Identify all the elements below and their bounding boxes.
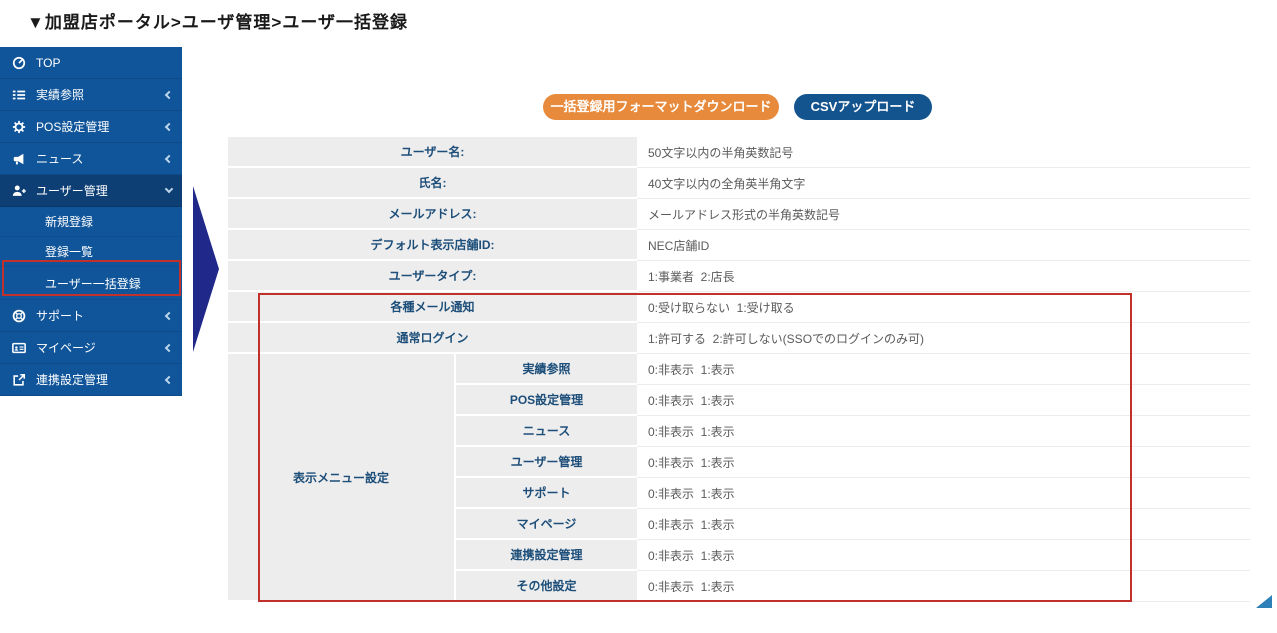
field-value-cell: 0:非表示 1:表示 <box>637 385 1250 416</box>
field-value-cell: NEC店舗ID <box>637 230 1250 261</box>
menu-name-cell: ユーザー管理 <box>456 447 637 478</box>
display-menu-settings-group: 表示メニュー設定 実績参照 0:非表示 1:表示 POS設定管理 0:非表示 1:表示ニ… <box>228 354 1250 602</box>
table-row: 実績参照 0:非表示 1:表示 <box>456 354 1250 385</box>
flow-arrow <box>193 186 219 352</box>
field-value-cell: 0:非表示 1:表示 <box>637 478 1250 509</box>
sidebar-item-support[interactable]: サポート <box>0 300 182 332</box>
table-row: POS設定管理 0:非表示 1:表示 <box>456 385 1250 416</box>
sidebar-item-user-management-label: ユーザー管理 <box>36 184 108 198</box>
field-value-cell: 0:非表示 1:表示 <box>637 416 1250 447</box>
sidebar-item-top-label: TOP <box>36 55 61 70</box>
bulk-registration-spec-table: ユーザー名: 50文字以内の半角英数記号 氏名: 40文字以内の全角英半角文字 メールア… <box>228 137 1250 602</box>
scrollbar-grip[interactable] <box>1256 595 1272 608</box>
sidebar: TOP 実績参照 POS設定管理 ニュースユーザー管理 新規登録登録一覧ユーザー一括登録… <box>0 47 182 396</box>
field-value-cell: 1:事業者 2:店長 <box>637 261 1250 292</box>
menu-name-cell: 連携設定管理 <box>456 540 637 571</box>
chevron-left-icon <box>164 154 174 163</box>
field-label-cell: 通常ログイン <box>228 323 637 354</box>
display-menu-settings-label: 表示メニュー設定 <box>228 354 454 602</box>
field-value-cell: 50文字以内の半角英数記号 <box>637 137 1250 168</box>
field-value-cell: 0:受け取らない 1:受け取る <box>637 292 1250 323</box>
list-icon <box>12 88 27 102</box>
user-plus-icon <box>12 184 27 198</box>
external-link-icon <box>12 373 27 387</box>
table-row: デフォルト表示店舗ID: NEC店舗ID <box>228 230 1250 261</box>
sidebar-item-pos-settings[interactable]: POS設定管理 <box>0 111 182 143</box>
field-value-cell: 0:非表示 1:表示 <box>637 571 1250 602</box>
life-ring-icon <box>12 309 27 323</box>
field-value-cell: 1:許可する 2:許可しない(SSOでのログインのみ可) <box>637 323 1250 354</box>
field-label-cell: デフォルト表示店舗ID: <box>228 230 637 261</box>
table-row: マイページ 0:非表示 1:表示 <box>456 509 1250 540</box>
sidebar-item-integration-settings-label: 連携設定管理 <box>36 373 109 387</box>
table-row: ユーザー名: 50文字以内の半角英数記号 <box>228 137 1250 168</box>
sidebar-item-results[interactable]: 実績参照 <box>0 79 182 111</box>
table-row: 連携設定管理 0:非表示 1:表示 <box>456 540 1250 571</box>
chevron-left-icon <box>164 311 174 320</box>
sidebar-item-mypage[interactable]: マイページ <box>0 332 182 364</box>
table-row: ユーザータイプ: 1:事業者 2:店長 <box>228 261 1250 292</box>
field-value-cell: メールアドレス形式の半角英数記号 <box>637 199 1250 230</box>
display-menu-settings-rows: 実績参照 0:非表示 1:表示 POS設定管理 0:非表示 1:表示 ニュース 0:非表示… <box>456 354 1250 602</box>
table-row: サポート 0:非表示 1:表示 <box>456 478 1250 509</box>
sidebar-item-user-management[interactable]: ユーザー管理 <box>0 175 182 207</box>
field-value-cell: 0:非表示 1:表示 <box>637 447 1250 478</box>
csv-upload-button[interactable]: CSVアップロード <box>794 94 932 120</box>
sidebar-item-pos-settings-label: POS設定管理 <box>36 120 110 134</box>
chevron-left-icon <box>164 375 174 384</box>
chevron-left-icon <box>164 90 174 99</box>
field-label-cell: メールアドレス: <box>228 199 637 230</box>
field-label-cell: ユーザータイプ: <box>228 261 637 292</box>
submenu-item-new-registration-label: 新規登録 <box>45 215 94 229</box>
menu-name-cell: その他設定 <box>456 571 637 602</box>
field-label-cell: 各種メール通知 <box>228 292 637 323</box>
chevron-left-icon <box>164 343 174 352</box>
table-row: 各種メール通知 0:受け取らない 1:受け取る <box>228 292 1250 323</box>
chevron-left-icon <box>164 122 174 131</box>
submenu-item-registration-list-label: 登録一覧 <box>45 245 94 259</box>
menu-name-cell: POS設定管理 <box>456 385 637 416</box>
field-label-cell: 氏名: <box>228 168 637 199</box>
sidebar-item-results-label: 実績参照 <box>36 88 85 102</box>
field-value-cell: 0:非表示 1:表示 <box>637 354 1250 385</box>
table-row: ユーザー管理 0:非表示 1:表示 <box>456 447 1250 478</box>
submenu-item-user-bulk-registration[interactable]: ユーザー一括登録 <box>0 267 182 300</box>
table-row: その他設定 0:非表示 1:表示 <box>456 571 1250 602</box>
menu-name-cell: マイページ <box>456 509 637 540</box>
submenu-item-registration-list[interactable]: 登録一覧 <box>0 237 182 267</box>
field-value-cell: 0:非表示 1:表示 <box>637 540 1250 571</box>
sidebar-item-support-label: サポート <box>36 309 85 323</box>
table-row: メールアドレス: メールアドレス形式の半角英数記号 <box>228 199 1250 230</box>
field-label-cell: ユーザー名: <box>228 137 637 168</box>
sidebar-item-top[interactable]: TOP <box>0 47 182 79</box>
chevron-down-icon <box>164 184 174 194</box>
menu-name-cell: ニュース <box>456 416 637 447</box>
sidebar-item-news-label: ニュース <box>36 152 84 166</box>
megaphone-icon <box>12 152 27 166</box>
table-row: 通常ログイン 1:許可する 2:許可しない(SSOでのログインのみ可) <box>228 323 1250 354</box>
menu-name-cell: 実績参照 <box>456 354 637 385</box>
dashboard-icon <box>12 56 27 70</box>
table-row: ニュース 0:非表示 1:表示 <box>456 416 1250 447</box>
sidebar-item-news[interactable]: ニュース <box>0 143 182 175</box>
table-row: 氏名: 40文字以内の全角英半角文字 <box>228 168 1250 199</box>
id-card-icon <box>12 341 27 355</box>
submenu-item-user-bulk-registration-label: ユーザー一括登録 <box>45 276 141 291</box>
bulk-format-download-button[interactable]: 一括登録用フォーマットダウンロード <box>543 94 779 120</box>
page-title: ▼加盟店ポータル>ユーザ管理>ユーザ一括登録 <box>27 13 409 32</box>
menu-name-cell: サポート <box>456 478 637 509</box>
field-value-cell: 40文字以内の全角英半角文字 <box>637 168 1250 199</box>
sidebar-item-integration-settings[interactable]: 連携設定管理 <box>0 364 182 396</box>
submenu-item-new-registration[interactable]: 新規登録 <box>0 207 182 237</box>
sidebar-item-mypage-label: マイページ <box>36 341 96 355</box>
gear-icon <box>12 120 27 134</box>
field-value-cell: 0:非表示 1:表示 <box>637 509 1250 540</box>
